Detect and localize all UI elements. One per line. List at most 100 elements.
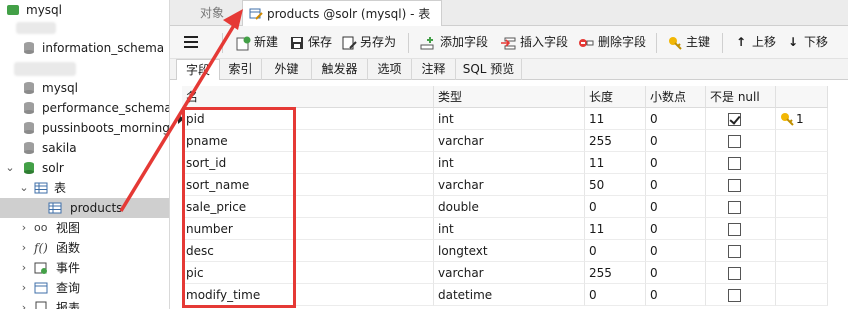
field-length-cell[interactable]: 11 (585, 152, 646, 174)
not-null-checkbox[interactable] (728, 289, 741, 302)
menu-button[interactable] (184, 26, 206, 59)
column-header-decimals[interactable]: 小数点 (646, 86, 706, 108)
not-null-checkbox[interactable] (728, 135, 741, 148)
field-decimals-cell[interactable]: 0 (646, 284, 706, 306)
field-type-cell[interactable]: int (434, 108, 585, 130)
tab-products-table[interactable]: products @solr (mysql) - 表 (242, 0, 442, 26)
move-up-button[interactable]: ↑ 上移 (736, 26, 782, 59)
add-field-label: 添加字段 (440, 35, 489, 49)
tables-node[interactable]: ⌄ 表 (0, 178, 169, 198)
field-decimals-cell[interactable]: 0 (646, 152, 706, 174)
connection-node[interactable]: mysql (0, 0, 169, 20)
tab-indexes[interactable]: 索引 (220, 59, 262, 80)
queries-node[interactable]: › 查询 (0, 278, 169, 298)
insert-field-icon (501, 37, 516, 50)
tab-options[interactable]: 选项 (368, 59, 412, 80)
not-null-checkbox[interactable] (728, 267, 741, 280)
save-button[interactable]: 保存 (290, 26, 336, 59)
column-header-key[interactable] (776, 86, 828, 108)
database-node-solr[interactable]: ⌄ solr (0, 158, 169, 178)
tab-objects[interactable]: 对象 (182, 0, 242, 26)
chevron-down-icon[interactable]: ⌄ (18, 178, 30, 198)
not-null-checkbox[interactable] (728, 223, 741, 236)
field-length-cell[interactable]: 0 (585, 240, 646, 262)
field-key-cell (776, 152, 828, 174)
field-key-cell (776, 284, 828, 306)
tab-foreign-keys[interactable]: 外键 (262, 59, 312, 80)
save-as-button[interactable]: 另存为 (342, 26, 400, 59)
field-length-cell[interactable]: 255 (585, 262, 646, 284)
database-icon (24, 82, 34, 94)
column-header-length[interactable]: 长度 (585, 86, 646, 108)
tab-comment[interactable]: 注释 (412, 59, 456, 80)
delete-field-icon (579, 39, 594, 47)
column-header-not-null[interactable]: 不是 null (706, 86, 776, 108)
database-node[interactable]: sakila (0, 138, 169, 158)
document-tab-bar: 对象 products @solr (mysql) - 表 (170, 0, 848, 26)
field-decimals-cell[interactable]: 0 (646, 262, 706, 284)
chevron-right-icon[interactable]: › (18, 218, 30, 238)
field-type-cell[interactable]: varchar (434, 262, 585, 284)
annotation-highlight-box (182, 107, 296, 308)
chevron-right-icon[interactable]: › (18, 298, 30, 309)
field-type-cell[interactable]: longtext (434, 240, 585, 262)
field-decimals-cell[interactable]: 0 (646, 240, 706, 262)
add-field-button[interactable]: 添加字段 (420, 26, 492, 59)
field-key-cell: 1 (776, 108, 828, 130)
tab-fields[interactable]: 字段 (176, 59, 220, 81)
table-node-products[interactable]: products (0, 198, 169, 218)
functions-label: 函数 (56, 241, 81, 255)
field-key-cell (776, 262, 828, 284)
chevron-right-icon[interactable]: › (18, 258, 30, 278)
field-type-cell[interactable]: double (434, 196, 585, 218)
field-length-cell[interactable]: 0 (585, 284, 646, 306)
field-length-cell[interactable]: 255 (585, 130, 646, 152)
not-null-checkbox[interactable] (728, 245, 741, 258)
not-null-checkbox[interactable] (728, 179, 741, 192)
views-node[interactable]: › oo 视图 (0, 218, 169, 238)
not-null-checkbox[interactable] (728, 201, 741, 214)
field-type-cell[interactable]: datetime (434, 284, 585, 306)
field-type-cell[interactable]: varchar (434, 130, 585, 152)
move-down-button[interactable]: ↓ 下移 (788, 26, 834, 59)
not-null-checkbox[interactable] (728, 157, 741, 170)
reports-node[interactable]: › 报表 (0, 298, 169, 309)
primary-key-button[interactable]: 主键 (668, 26, 714, 59)
field-type-cell[interactable]: int (434, 218, 585, 240)
primary-key-label: 主键 (686, 35, 711, 49)
field-decimals-cell[interactable]: 0 (646, 130, 706, 152)
tab-sql-preview[interactable]: SQL 预览 (456, 59, 522, 80)
field-length-cell[interactable]: 11 (585, 218, 646, 240)
chevron-down-icon[interactable]: ⌄ (4, 158, 16, 178)
tab-triggers[interactable]: 触发器 (312, 59, 368, 80)
field-decimals-cell[interactable]: 0 (646, 196, 706, 218)
field-length-cell[interactable]: 50 (585, 174, 646, 196)
field-length-cell[interactable]: 0 (585, 196, 646, 218)
database-node[interactable]: performance_schema (0, 98, 170, 118)
field-decimals-cell[interactable]: 0 (646, 174, 706, 196)
field-decimals-cell[interactable]: 0 (646, 108, 706, 130)
field-length-cell[interactable]: 11 (585, 108, 646, 130)
events-node[interactable]: › 事件 (0, 258, 169, 278)
field-type-cell[interactable]: int (434, 152, 585, 174)
database-node[interactable]: mysql (0, 78, 169, 98)
field-not-null-cell (706, 130, 776, 152)
database-label: information_schema (42, 41, 165, 55)
functions-node[interactable]: › f() 函数 (0, 238, 169, 258)
insert-field-button[interactable]: 插入字段 (500, 26, 570, 59)
field-type-cell[interactable]: varchar (434, 174, 585, 196)
database-node[interactable]: information_schema (0, 38, 169, 58)
chevron-right-icon[interactable]: › (18, 238, 30, 258)
database-label: performance_schema (42, 101, 170, 115)
delete-field-button[interactable]: 删除字段 (578, 26, 648, 59)
column-header-name[interactable]: 名 (182, 86, 434, 108)
chevron-right-icon[interactable]: › (18, 278, 30, 298)
events-label: 事件 (56, 261, 81, 275)
arrow-up-icon: ↑ (736, 35, 747, 49)
new-button[interactable]: 新建 (236, 26, 284, 59)
database-node[interactable]: pussinboots_morning (0, 118, 169, 138)
toolbar-divider (656, 33, 657, 53)
column-header-type[interactable]: 类型 (434, 86, 585, 108)
not-null-checkbox[interactable] (728, 113, 741, 126)
field-decimals-cell[interactable]: 0 (646, 218, 706, 240)
